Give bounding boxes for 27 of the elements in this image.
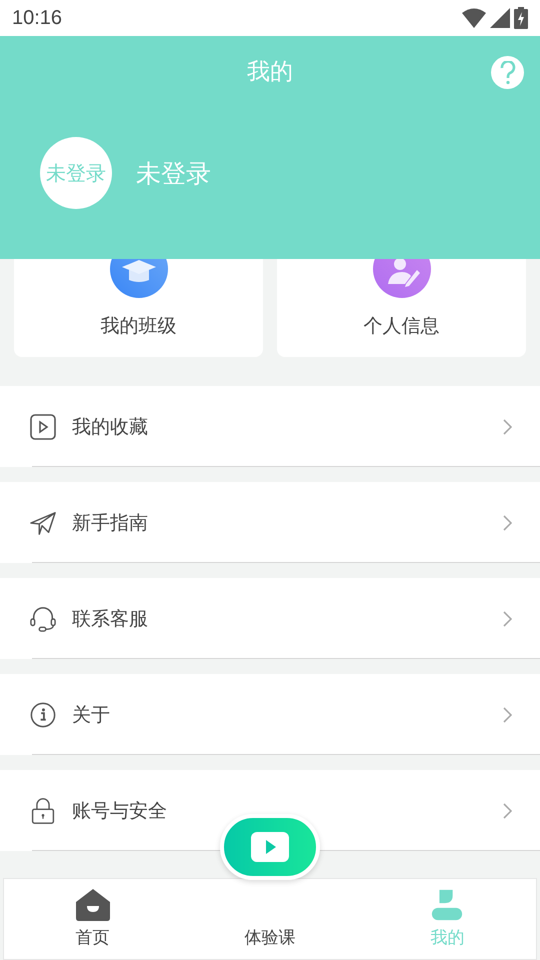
home-icon: [74, 888, 111, 922]
chevron-right-icon: [502, 418, 512, 434]
chevron-right-icon: [502, 802, 512, 818]
nav-tab[interactable]: 体验课: [181, 879, 359, 959]
lock-icon: [30, 798, 56, 824]
menu-item[interactable]: 新手指南: [0, 482, 540, 563]
battery-icon: [514, 7, 528, 29]
paper-plane-icon: [30, 510, 56, 536]
menu-item[interactable]: 我的收藏: [0, 386, 540, 467]
chevron-right-icon: [502, 610, 512, 626]
quick-card[interactable]: 我的班级: [14, 259, 263, 357]
info-icon: [30, 702, 56, 728]
chevron-right-icon: [502, 706, 512, 722]
chevron-right-icon: [502, 514, 512, 530]
page-title: 我的: [247, 58, 293, 87]
help-icon[interactable]: [491, 56, 524, 89]
play-icon: [250, 831, 290, 863]
quick-card[interactable]: 个人信息: [277, 259, 526, 357]
status-time: 10:16: [12, 6, 62, 30]
menu-item[interactable]: 联系客服: [0, 578, 540, 659]
wifi-icon: [462, 8, 486, 28]
headset-icon: [30, 606, 56, 632]
play-icon: [30, 414, 56, 440]
signal-icon: [490, 8, 510, 28]
nav-tab[interactable]: 首页: [4, 879, 182, 959]
menu-item[interactable]: 账号与安全: [0, 770, 540, 851]
menu-item[interactable]: 关于: [0, 674, 540, 755]
